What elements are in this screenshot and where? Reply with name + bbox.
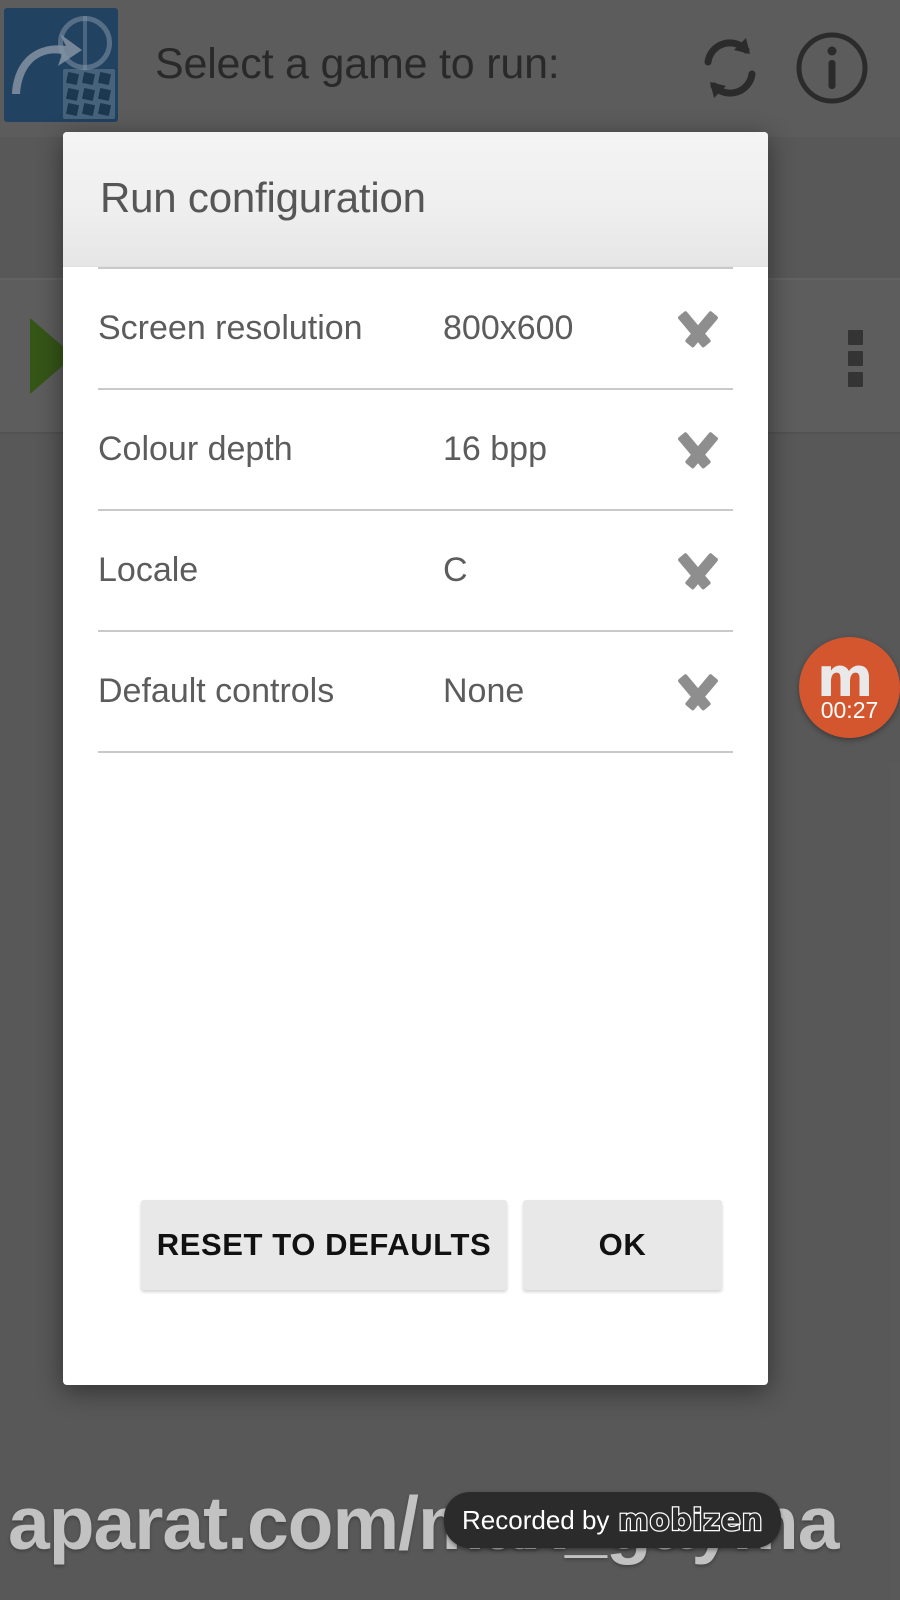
setting-value: C: [443, 551, 468, 589]
mobizen-wordmark: mobizen: [617, 1502, 764, 1539]
chevron-down-icon[interactable]: [665, 433, 729, 467]
dialog-header: Run configuration: [63, 132, 768, 267]
dialog-title: Run configuration: [100, 174, 426, 221]
ok-button[interactable]: OK: [523, 1200, 722, 1290]
setting-row-locale[interactable]: Locale C: [98, 511, 733, 632]
setting-row-default-controls[interactable]: Default controls None: [98, 632, 733, 753]
setting-label: Colour depth: [98, 430, 293, 468]
run-configuration-dialog: Run configuration Screen resolution 800x…: [63, 132, 768, 1385]
setting-value: 16 bpp: [443, 430, 547, 468]
setting-value: 800x600: [443, 309, 574, 347]
recording-timer: 00:27: [820, 697, 879, 723]
dialog-button-bar: RESET TO DEFAULTS OK: [63, 1200, 768, 1385]
setting-row-screen-resolution[interactable]: Screen resolution 800x600: [98, 267, 733, 390]
recorded-by-badge: Recorded by mobizen: [444, 1492, 782, 1548]
setting-row-colour-depth[interactable]: Colour depth 16 bpp: [98, 390, 733, 511]
settings-list: Screen resolution 800x600 Colour depth 1…: [63, 267, 768, 753]
setting-label: Default controls: [98, 672, 335, 710]
mobizen-record-widget[interactable]: m 00:27: [799, 637, 900, 738]
setting-label: Locale: [98, 551, 199, 589]
setting-value: None: [443, 672, 525, 710]
recorded-by-label: Recorded by: [462, 1504, 610, 1535]
reset-to-defaults-button[interactable]: RESET TO DEFAULTS: [141, 1200, 507, 1290]
chevron-down-icon[interactable]: [665, 675, 729, 709]
chevron-down-icon[interactable]: [665, 554, 729, 588]
setting-label: Screen resolution: [98, 309, 363, 347]
chevron-down-icon[interactable]: [665, 312, 729, 346]
